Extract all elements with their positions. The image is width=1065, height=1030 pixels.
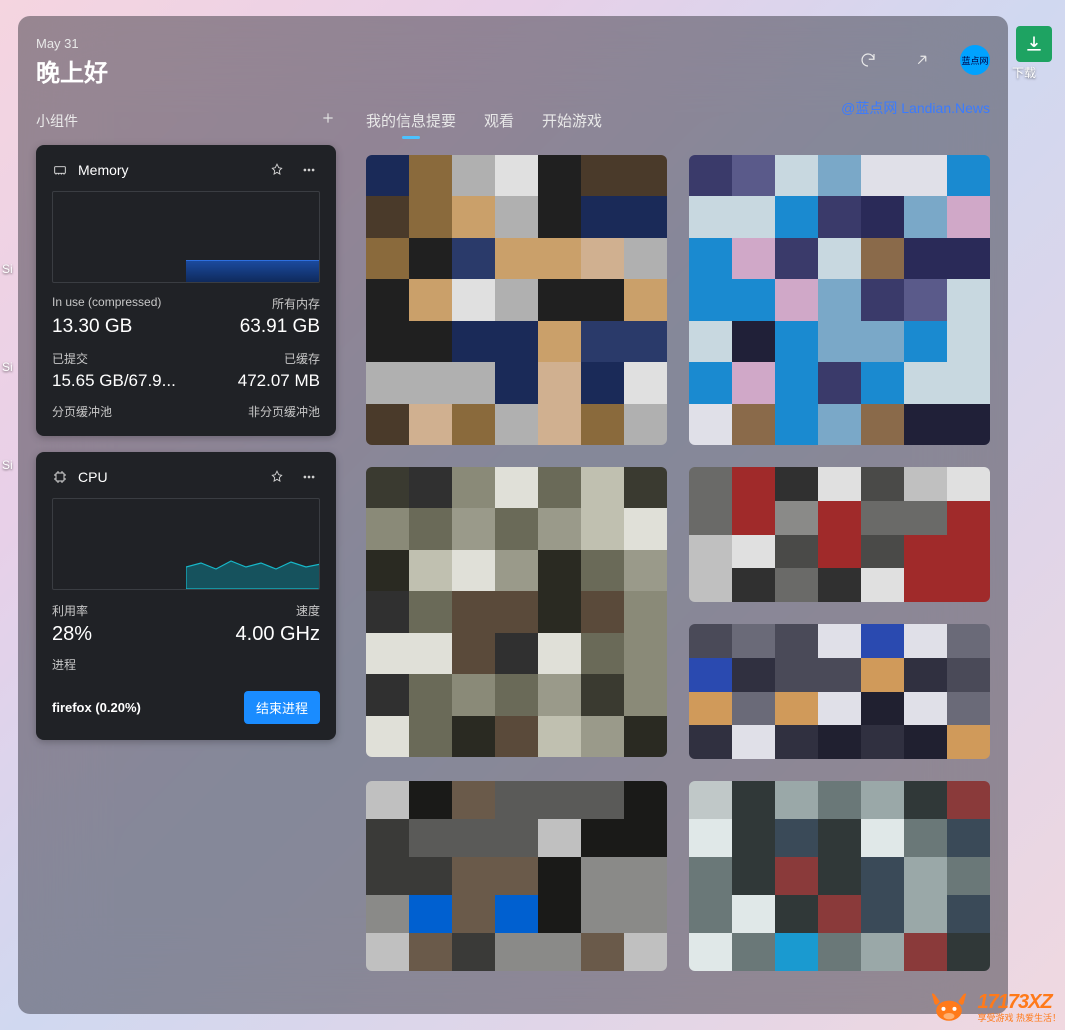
cpu-util-label: 利用率 [52,602,186,619]
mem-nonpaged-label: 非分页缓冲池 [186,403,320,420]
pin-button[interactable] [266,159,288,181]
tab-my-feed[interactable]: 我的信息提要 [366,110,456,139]
mem-total-label: 所有内存 [186,295,320,312]
more-button[interactable] [298,466,320,488]
mem-inuse-value: 13.30 GB [52,316,186,338]
feed-grid [366,155,990,1003]
feed-card[interactable] [689,467,990,602]
refresh-button[interactable] [852,44,884,76]
feed-card[interactable] [366,155,667,445]
site-logo: 17173XZ 享受游戏 热爱生活！ [927,990,1061,1024]
mem-total-value: 63.91 GB [186,316,320,338]
mem-cached-value: 472.07 MB [186,371,320,391]
logo-tagline: 享受游戏 热爱生活！ [977,1014,1061,1023]
mem-cached-label: 已缓存 [186,350,320,367]
widgets-section-title: 小组件 [36,111,78,131]
desktop-left-label: Si [2,458,13,472]
widgets-panel: May 31 晚上好 蓝点网 小组件 [18,16,1008,1014]
feed-card[interactable] [689,781,990,971]
cpu-speed-label: 速度 [186,602,320,619]
memory-widget[interactable]: Memory In use (compressed) 所有内存 13.30 GB… [36,145,336,436]
desktop-download-label: 下载 [1012,64,1036,81]
cpu-proc-label: 进程 [52,656,320,673]
cpu-title: CPU [78,469,256,485]
tab-play[interactable]: 开始游戏 [542,110,602,139]
watermark-text: @蓝点网 Landian.News [841,98,990,118]
user-avatar[interactable]: 蓝点网 [960,45,990,75]
desktop-download-icon[interactable] [1016,26,1052,62]
cpu-proc-name: firefox (0.20%) [52,700,141,715]
desktop-left-label: Si [2,360,13,374]
feed-card[interactable] [366,781,667,971]
cpu-speed-value: 4.00 GHz [186,623,320,646]
memory-chart [52,191,320,283]
header-date: May 31 [36,36,108,51]
end-process-button[interactable]: 结束进程 [244,691,320,724]
more-button[interactable] [298,159,320,181]
mem-inuse-label: In use (compressed) [52,295,186,312]
add-widget-button[interactable] [320,110,336,131]
cpu-util-value: 28% [52,623,186,646]
logo-brand: 17173XZ [977,992,1061,1012]
feed-card[interactable] [689,155,990,445]
header-greeting: 晚上好 [36,53,108,88]
cpu-icon [52,469,68,485]
memory-icon [52,162,68,178]
cpu-chart [52,498,320,590]
memory-title: Memory [78,162,256,178]
tab-watch[interactable]: 观看 [484,110,514,139]
expand-button[interactable] [906,44,938,76]
mem-committed-value: 15.65 GB/67.9... [52,371,186,391]
mem-committed-label: 已提交 [52,350,186,367]
mem-paged-label: 分页缓冲池 [52,403,186,420]
bull-icon [927,990,971,1024]
feed-card[interactable] [366,467,667,757]
avatar-text: 蓝点网 [961,54,988,67]
cpu-widget[interactable]: CPU 利用率 速度 28% 4.00 GHz [36,452,336,740]
pin-button[interactable] [266,466,288,488]
feed-card[interactable] [689,624,990,759]
desktop-left-label: Si [2,262,13,276]
